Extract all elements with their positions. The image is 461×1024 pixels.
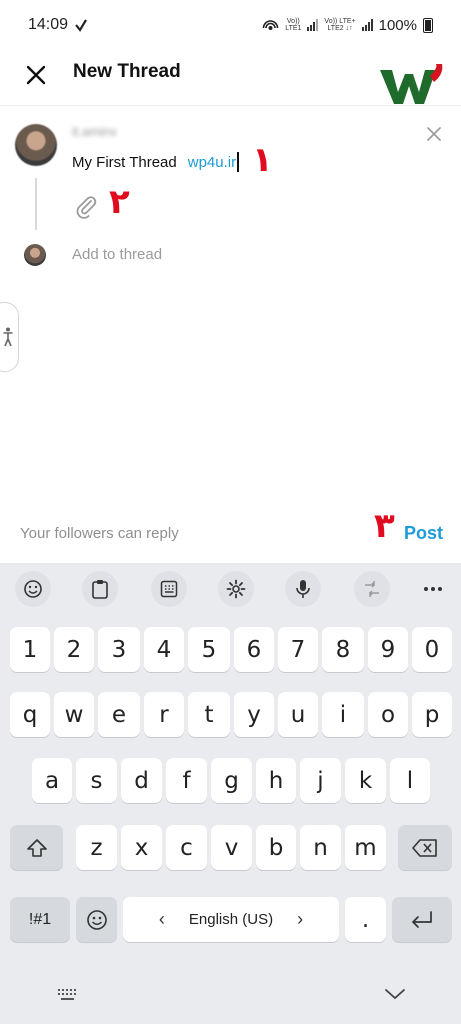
clipboard-icon[interactable] (82, 571, 118, 607)
check-mark-icon (75, 19, 87, 32)
key-l[interactable]: l (390, 758, 430, 803)
key-j[interactable]: j (300, 758, 341, 803)
shift-icon (26, 838, 47, 857)
key-b[interactable]: b (256, 825, 296, 870)
enter-key[interactable] (392, 897, 452, 942)
add-to-thread[interactable]: Add to thread (72, 246, 162, 263)
enter-icon (412, 910, 432, 928)
key-x[interactable]: x (121, 825, 162, 870)
text-caret (237, 152, 240, 172)
key-s[interactable]: s (76, 758, 117, 803)
key-w[interactable]: w (54, 692, 94, 737)
key-o[interactable]: o (368, 692, 408, 737)
annotation-number-1: ١ (252, 140, 273, 180)
sim2-label: Vo)) LTE+ LTE2 ↓↑ (324, 18, 356, 32)
hotspot-icon (262, 19, 279, 30)
key-p[interactable]: p (412, 692, 452, 737)
username: it.aminv (72, 124, 117, 139)
hide-keyboard-icon[interactable] (384, 987, 406, 1001)
signal-bars-icon-2 (361, 19, 373, 31)
key-6[interactable]: 6 (234, 627, 274, 672)
navigation-bar (0, 973, 461, 1024)
space-key[interactable]: ‹ English (US) › (123, 897, 339, 942)
annotation-number-3: ٣ (374, 506, 395, 546)
key-d[interactable]: d (121, 758, 162, 803)
translate-icon[interactable] (354, 571, 390, 607)
microphone-icon[interactable] (285, 571, 321, 607)
key-g[interactable]: g (211, 758, 252, 803)
key-m[interactable]: m (345, 825, 386, 870)
key-c[interactable]: c (166, 825, 207, 870)
right-arrow[interactable]: › (297, 909, 303, 930)
header: New Thread (0, 50, 461, 106)
page-title: New Thread (73, 61, 181, 82)
battery-percent: 100% (378, 16, 417, 34)
more-icon[interactable] (415, 571, 451, 607)
thread-text: My First Thread (72, 153, 177, 171)
key-4[interactable]: 4 (144, 627, 184, 672)
key-3[interactable]: 3 (98, 627, 140, 672)
backspace-icon (412, 838, 437, 857)
key-9[interactable]: 9 (368, 627, 408, 672)
backspace-key[interactable] (398, 825, 452, 870)
key-n[interactable]: n (300, 825, 341, 870)
symbols-key[interactable]: !#1 (10, 897, 70, 942)
wp4u-logo-icon (380, 64, 443, 104)
status-bar: 14:09 Vo)) LTE1 Vo)) LTE+ LTE2 ↓↑ 100% (0, 0, 461, 50)
battery-icon (423, 17, 433, 33)
avatar-small (24, 244, 46, 266)
sim1-label: Vo)) LTE1 (285, 18, 302, 32)
signal-bars-icon (307, 19, 319, 31)
key-f[interactable]: f (166, 758, 207, 803)
key-h[interactable]: h (256, 758, 296, 803)
emoji-key-icon (86, 909, 107, 930)
paperclip-icon[interactable] (74, 194, 100, 220)
key-a[interactable]: a (32, 758, 72, 803)
keyboard-toolbar (0, 563, 461, 615)
key-8[interactable]: 8 (322, 627, 364, 672)
key-u[interactable]: u (278, 692, 318, 737)
period-key[interactable]: . (345, 897, 386, 942)
status-right: Vo)) LTE1 Vo)) LTE+ LTE2 ↓↑ 100% (262, 17, 433, 34)
left-arrow[interactable]: ‹ (159, 909, 165, 930)
key-i[interactable]: i (322, 692, 364, 737)
thread-link[interactable]: wp4u.ir (188, 154, 236, 171)
accessibility-handle[interactable] (0, 302, 19, 372)
space-label: English (US) (188, 911, 274, 928)
settings-icon[interactable] (218, 571, 254, 607)
close-icon[interactable] (24, 63, 48, 87)
emoji-icon[interactable] (15, 571, 51, 607)
sim1-text: LTE1 (285, 25, 302, 32)
accessibility-icon (3, 327, 13, 347)
key-t[interactable]: t (188, 692, 230, 737)
key-2[interactable]: 2 (54, 627, 94, 672)
key-y[interactable]: y (234, 692, 274, 737)
emoji-key[interactable] (76, 897, 117, 942)
key-e[interactable]: e (98, 692, 140, 737)
key-z[interactable]: z (76, 825, 117, 870)
key-0[interactable]: 0 (412, 627, 452, 672)
key-q[interactable]: q (10, 692, 50, 737)
status-left: 14:09 (28, 16, 88, 34)
avatar (15, 124, 57, 166)
status-time: 14:09 (28, 16, 69, 33)
post-button[interactable]: Post (404, 523, 443, 544)
sim2-text: LTE2 (327, 25, 344, 32)
key-r[interactable]: r (144, 692, 184, 737)
shift-key[interactable] (10, 825, 63, 870)
keyboard: 1 2 3 4 5 6 7 8 9 0 q w e r t y u i o p … (0, 563, 461, 1024)
keypad-icon[interactable] (151, 571, 187, 607)
thread-text-input[interactable]: My First Thread wp4u.ir (72, 152, 240, 172)
key-v[interactable]: v (211, 825, 252, 870)
lte-plus-text: LTE+ (339, 18, 356, 25)
key-7[interactable]: 7 (278, 627, 318, 672)
reply-permission-hint[interactable]: Your followers can reply (20, 525, 179, 542)
key-5[interactable]: 5 (188, 627, 230, 672)
thread-connector-line (35, 178, 37, 230)
keyboard-switch-icon[interactable] (57, 988, 79, 1002)
key-k[interactable]: k (345, 758, 386, 803)
annotation-number-2: ٢ (109, 182, 130, 222)
key-1[interactable]: 1 (10, 627, 50, 672)
dismiss-icon[interactable] (426, 126, 442, 142)
